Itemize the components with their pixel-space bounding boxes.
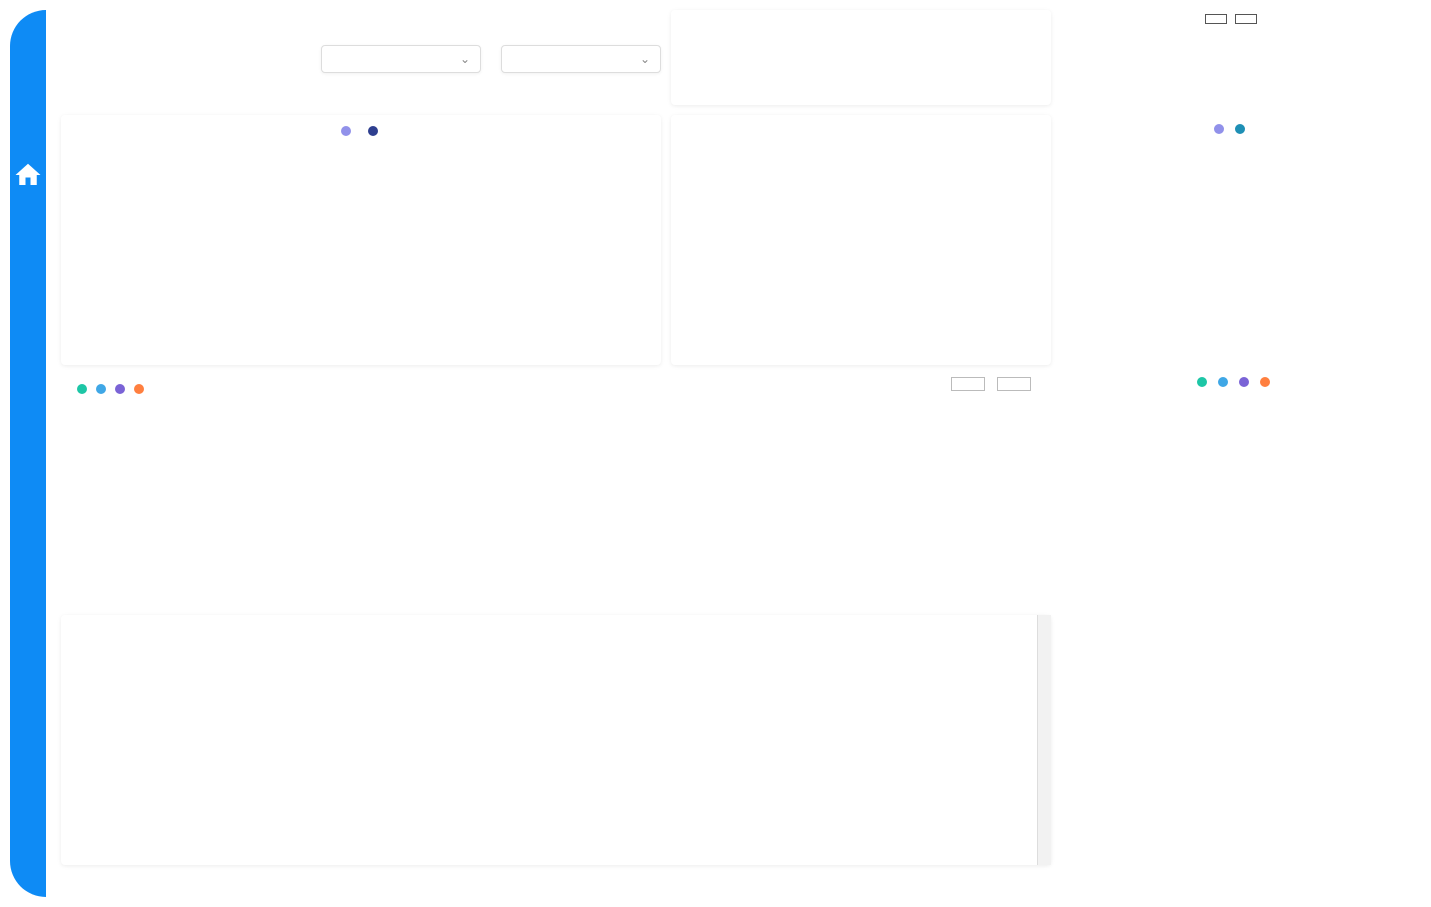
- avg-cycle-time-card: [671, 10, 1051, 105]
- cost-gauge: [681, 129, 1041, 239]
- site-bar-chart: [1071, 628, 1391, 858]
- ticket-count-card: [1061, 10, 1401, 105]
- project-code-dropdown[interactable]: ⌄: [321, 45, 481, 73]
- tickets-by-stage-button[interactable]: [951, 377, 985, 391]
- severity-donut: [1091, 388, 1371, 578]
- ticket-table[interactable]: [61, 615, 1037, 865]
- chevron-down-icon: ⌄: [640, 52, 650, 66]
- project-code-filter: ⌄: [321, 42, 481, 73]
- week-dropdown[interactable]: ⌄: [501, 45, 661, 73]
- tickets-by-severity-button[interactable]: [997, 377, 1031, 391]
- chevron-down-icon: ⌄: [460, 52, 470, 66]
- home-icon[interactable]: [13, 160, 43, 195]
- header: ⌄ ⌄: [61, 10, 661, 105]
- right-column: [1061, 115, 1401, 865]
- site-bar-card: [1061, 620, 1401, 865]
- actual-vs-budget-chart: [61, 115, 661, 365]
- sla-donut: [1101, 135, 1361, 310]
- cost-performance-card: [671, 115, 1051, 365]
- ticket-table-card: [61, 615, 1051, 865]
- origin-severity-chart: [61, 375, 1051, 605]
- sla-donut-card: [1061, 115, 1401, 360]
- tab-sla-severity[interactable]: [1235, 14, 1257, 24]
- table-scrollbar[interactable]: [1037, 615, 1051, 865]
- avb-plot: [69, 137, 649, 332]
- origin-plot: [71, 397, 1031, 577]
- sidebar: [10, 10, 46, 897]
- week-filter: ⌄: [501, 42, 661, 73]
- severity-donut-card: [1061, 368, 1401, 613]
- tab-outside-sla[interactable]: [1205, 14, 1227, 24]
